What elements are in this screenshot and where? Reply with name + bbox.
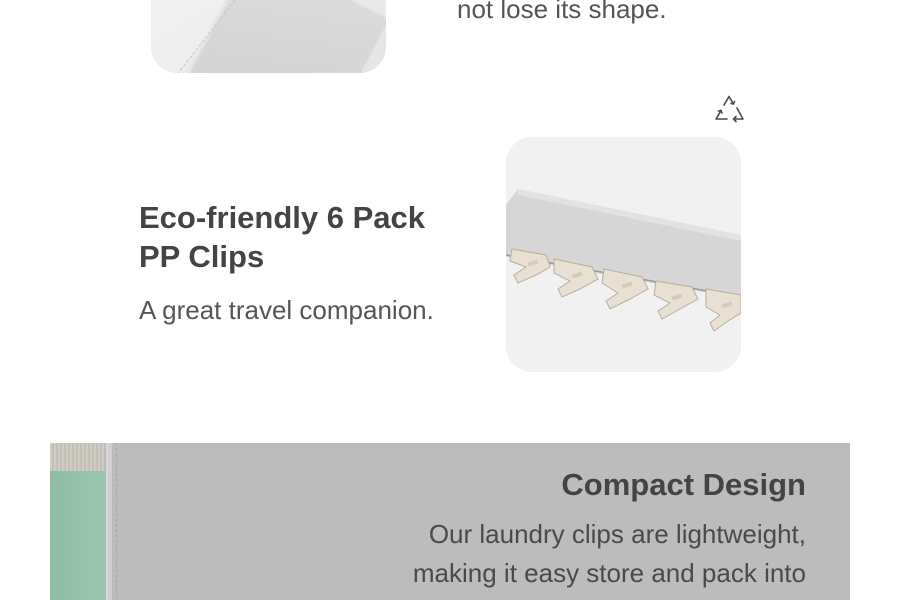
top-feature-text: not lose its shape.: [457, 0, 667, 24]
banner-seam: [116, 443, 117, 600]
fabric-product-image: [151, 0, 386, 73]
eco-clips-subtitle: A great travel companion.: [139, 295, 434, 325]
compact-design-text: Our laundry clips are lightweight, makin…: [412, 519, 806, 588]
clips-product-image: [506, 137, 741, 372]
clips-illustration: [506, 137, 741, 372]
banner-green-panel: [50, 471, 106, 600]
eco-clips-title: Eco-friendly 6 Pack PP Clips: [139, 200, 426, 274]
recycle-icon: [715, 95, 744, 123]
fabric-fold: [190, 0, 386, 73]
banner-strap: [50, 443, 104, 471]
product-feature-page: not lose its shape. Eco-friendly 6 Pack …: [0, 0, 900, 600]
compact-design-title: Compact Design: [561, 467, 806, 502]
banner-fabric-edge: [108, 443, 112, 600]
compact-design-banner: Compact Design Our laundry clips are lig…: [50, 443, 850, 600]
